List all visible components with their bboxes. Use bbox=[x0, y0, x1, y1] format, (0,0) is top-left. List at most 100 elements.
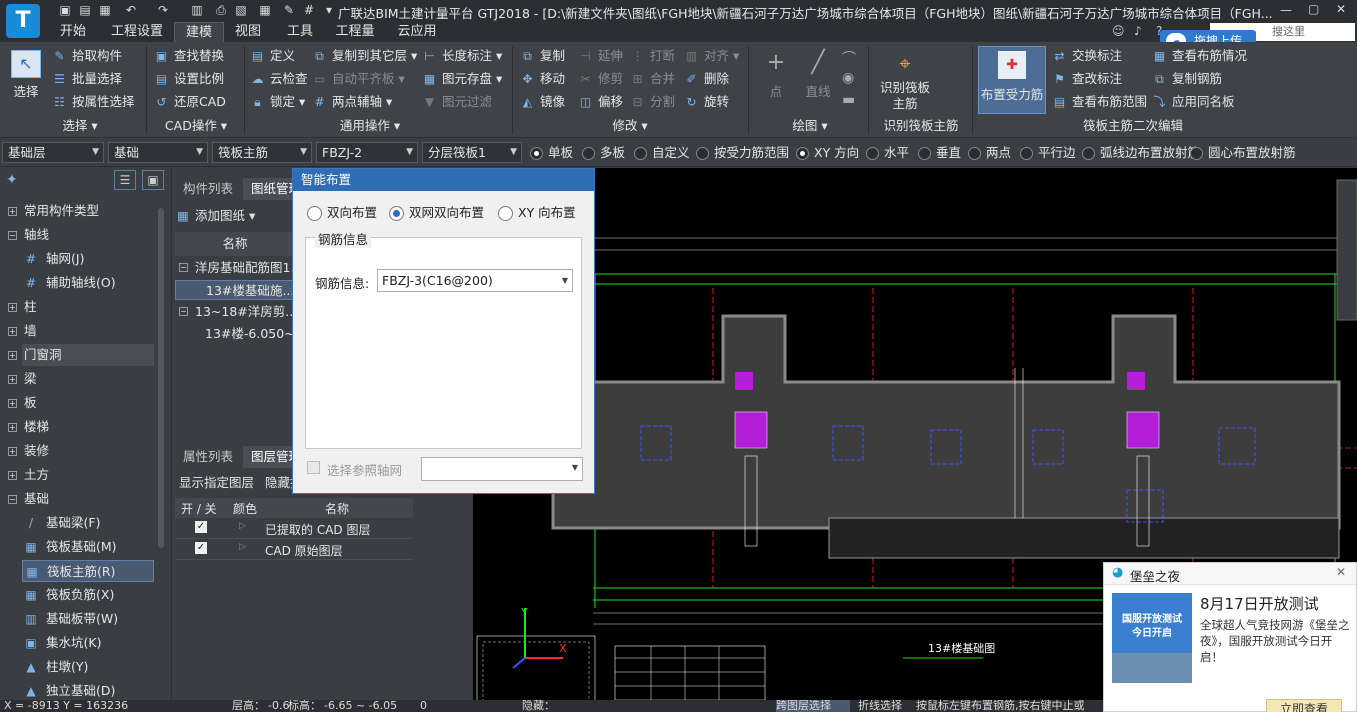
component-type-select[interactable]: 筏板主筋 ▼ bbox=[212, 142, 312, 163]
circle-icon[interactable]: ◉ bbox=[842, 70, 854, 86]
radio-vertical[interactable]: 垂直 bbox=[918, 144, 961, 162]
layer-checkbox[interactable]: ✓ bbox=[195, 542, 207, 554]
viewport-toolbar[interactable] bbox=[1336, 179, 1357, 321]
nav-item[interactable]: ▥ 基础板带(W) bbox=[0, 608, 154, 630]
view-rebar-range-button[interactable]: ▤ 查看布筋范围 bbox=[1052, 93, 1147, 111]
new-icon[interactable]: ▤ bbox=[78, 3, 92, 17]
component-select[interactable]: FBZJ-2 ▼ bbox=[316, 142, 418, 163]
cad-group-label[interactable]: CAD操作 ▾ bbox=[150, 118, 242, 134]
drawing-tree-row[interactable]: 13#楼-6.050~... bbox=[175, 324, 295, 344]
tab-view[interactable]: 视图 bbox=[228, 22, 268, 42]
collapse-icon[interactable]: − bbox=[8, 231, 17, 240]
modify-group-label[interactable]: 修改 ▾ bbox=[590, 118, 670, 134]
line-button[interactable]: ╱ 直线 bbox=[798, 48, 838, 100]
select-by-property-button[interactable]: ☷ 按属性选择 bbox=[52, 93, 134, 111]
nav-item[interactable]: ▦ 筏板主筋(R) bbox=[22, 560, 154, 582]
move-button[interactable]: ✥ 移动 bbox=[520, 70, 565, 88]
drawing-tree-row[interactable]: 13#楼基础施... bbox=[175, 280, 295, 300]
rect-icon[interactable]: ▬ bbox=[842, 92, 855, 108]
trim-button[interactable]: ✂ 修剪 bbox=[578, 70, 623, 88]
radio-multi-slab[interactable]: 多板 bbox=[582, 144, 625, 162]
set-scale-button[interactable]: ▤ 设置比例 bbox=[154, 70, 224, 88]
radio-custom[interactable]: 自定义 bbox=[634, 144, 690, 162]
view-now-button[interactable]: 立即查看 bbox=[1266, 699, 1342, 712]
split-button[interactable]: ⊟ 分割 bbox=[630, 93, 675, 111]
polyline-select-button[interactable]: 折线选择 bbox=[858, 700, 902, 712]
cross-layer-select-button[interactable]: 跨图层选择 bbox=[776, 700, 850, 712]
select-group-label[interactable]: 选择 ▾ bbox=[40, 118, 120, 134]
rebar-info-select[interactable]: FBZJ-3(C16@200) ▼ bbox=[377, 269, 573, 292]
expand-icon[interactable]: + bbox=[8, 207, 17, 216]
category-select[interactable]: 基础 ▼ bbox=[108, 142, 208, 163]
align-button[interactable]: ▥ 对齐 ▾ bbox=[684, 47, 739, 65]
layer-slab-select[interactable]: 分层筏板1 ▼ bbox=[422, 142, 522, 163]
two-point-aux-axis-button[interactable]: # 两点辅轴 ▾ bbox=[312, 93, 392, 111]
point-button[interactable]: + 点 bbox=[756, 48, 796, 100]
expand-icon[interactable]: + bbox=[8, 399, 17, 408]
nav-item[interactable]: ▲ 柱墩(Y) bbox=[0, 656, 154, 678]
mirror-button[interactable]: ◭ 镜像 bbox=[520, 93, 565, 111]
general-group-label[interactable]: 通用操作 ▾ bbox=[300, 118, 440, 134]
expand-icon[interactable]: + bbox=[8, 327, 17, 336]
nav-group[interactable]: + 常用构件类型 bbox=[0, 200, 154, 222]
tab-project-settings[interactable]: 工程设置 bbox=[104, 22, 170, 42]
floor-select[interactable]: 基础层 ▼ bbox=[2, 142, 104, 163]
nav-group[interactable]: + 墙 bbox=[0, 320, 154, 342]
nav-item[interactable]: ▣ 集水坑(K) bbox=[0, 632, 154, 654]
lock-button[interactable]: 🔒︎ 锁定 ▾ bbox=[250, 93, 305, 111]
expand-icon[interactable]: ▷ bbox=[239, 521, 246, 531]
tab-quantities[interactable]: 工程量 bbox=[330, 22, 380, 42]
list-view-icon[interactable]: ☰ bbox=[114, 170, 136, 190]
collapse-icon[interactable]: − bbox=[179, 307, 188, 316]
collapse-icon[interactable]: − bbox=[8, 495, 17, 504]
nav-group[interactable]: + 楼梯 bbox=[0, 416, 154, 438]
expand-icon[interactable]: + bbox=[8, 423, 17, 432]
tab-tools[interactable]: 工具 bbox=[278, 22, 322, 42]
radio-horizontal[interactable]: 水平 bbox=[866, 144, 909, 162]
tab-start[interactable]: 开始 bbox=[50, 22, 96, 42]
nav-item[interactable]: ▦ 筏板负筋(X) bbox=[0, 584, 154, 606]
radio-single-slab[interactable]: 单板 bbox=[530, 144, 573, 162]
length-dimension-button[interactable]: ⊢ 长度标注 ▾ bbox=[422, 47, 502, 65]
undo-icon[interactable]: ↶ bbox=[124, 3, 138, 17]
nav-scrollbar[interactable] bbox=[158, 208, 164, 548]
floor-icon[interactable]: ▥ bbox=[190, 3, 204, 17]
select-big-button[interactable]: ↖ 选择 bbox=[6, 50, 46, 100]
axis-icon[interactable]: # bbox=[302, 3, 316, 17]
copy-button[interactable]: ⧉ 复制 bbox=[520, 47, 565, 65]
tab-property-list[interactable]: 属性列表 bbox=[175, 446, 241, 468]
drawing-tree-row[interactable]: −13~18#洋房剪... bbox=[175, 302, 295, 322]
save-icon[interactable]: ▣ bbox=[58, 3, 72, 17]
copy-rebar-button[interactable]: ⧉ 复制钢筋 bbox=[1152, 70, 1222, 88]
tab-cloud[interactable]: 云应用 bbox=[390, 22, 444, 42]
app-logo-icon[interactable]: T bbox=[6, 4, 40, 38]
swap-annotation-button[interactable]: ⇄ 交换标注 bbox=[1052, 47, 1122, 65]
layer-checkbox[interactable]: ✓ bbox=[195, 521, 207, 533]
bell-icon[interactable]: ♪ bbox=[1134, 24, 1142, 38]
expand-icon[interactable]: + bbox=[8, 471, 17, 480]
tab-modeling[interactable]: 建模 bbox=[174, 22, 224, 42]
draw-group-label[interactable]: 绘图 ▾ bbox=[770, 118, 850, 134]
nav-group[interactable]: + 装修 bbox=[0, 440, 154, 462]
radio-double-net-bidirectional[interactable]: 双网双向布置 bbox=[389, 205, 484, 221]
close-icon[interactable]: ✕ bbox=[1336, 565, 1346, 579]
image-icon[interactable]: ▧ bbox=[234, 3, 248, 17]
radio-by-rebar-range[interactable]: 按受力筋范围 bbox=[696, 144, 789, 162]
maximize-icon[interactable]: ▢ bbox=[1308, 2, 1319, 16]
drawing-tree-row[interactable]: − 洋房基础配筋图1... bbox=[175, 258, 295, 278]
find-replace-button[interactable]: ▣ 查找替换 bbox=[154, 47, 224, 65]
nav-group[interactable]: + 门窗洞 bbox=[8, 344, 154, 366]
apply-same-name-button[interactable]: ⤵ 应用同名板 bbox=[1152, 93, 1234, 111]
nav-group[interactable]: + 柱 bbox=[0, 296, 154, 318]
user-icon[interactable]: ☺ bbox=[1112, 24, 1125, 38]
nav-group[interactable]: + 板 bbox=[0, 392, 154, 414]
break-button[interactable]: ⋮ 打断 bbox=[630, 47, 676, 65]
nav-item[interactable]: # 辅助轴线(O) bbox=[0, 272, 154, 294]
auto-flush-slab-button[interactable]: ▭ 自动平齐板 ▾ bbox=[312, 70, 405, 88]
radio-bidirectional[interactable]: 双向布置 bbox=[307, 205, 377, 221]
element-filter-button[interactable]: ▼ 图元过滤 bbox=[422, 93, 492, 111]
radio-arc-radial[interactable]: 弧线边布置放射筋 bbox=[1082, 144, 1200, 162]
pin-icon[interactable]: ✦ bbox=[6, 172, 18, 188]
view-rebar-status-button[interactable]: ▦ 查看布筋情况 bbox=[1152, 47, 1247, 65]
pick-component-button[interactable]: ✎ 拾取构件 bbox=[52, 47, 122, 65]
